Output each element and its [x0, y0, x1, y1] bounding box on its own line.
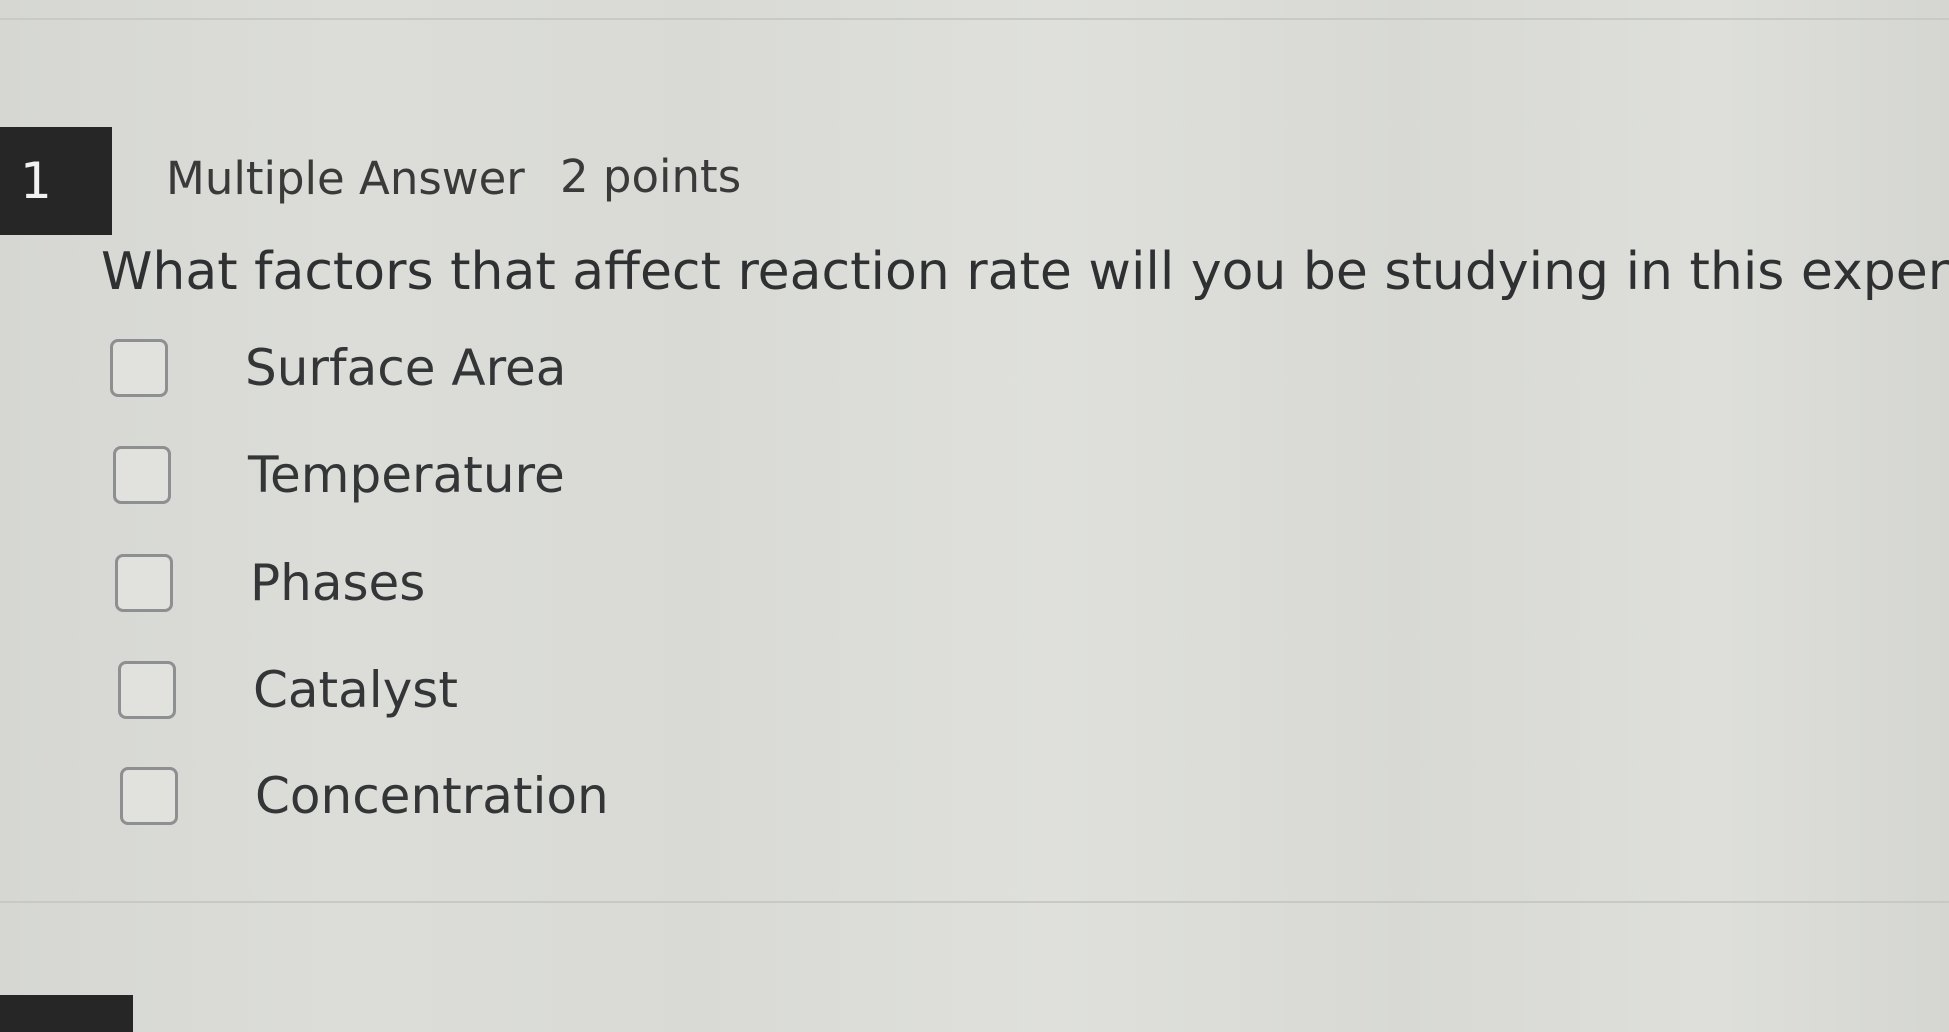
quiz-page: 1 Multiple Answer 2 points What factors …: [0, 0, 1949, 1032]
phases-label: Phases: [250, 554, 426, 612]
answer-options: Surface Area Temperature Phases Catalyst…: [0, 0, 1949, 1032]
answer-option-catalyst[interactable]: Catalyst: [118, 655, 458, 725]
concentration-checkbox[interactable]: [120, 767, 178, 825]
answer-option-concentration[interactable]: Concentration: [120, 761, 609, 831]
phases-checkbox[interactable]: [115, 554, 173, 612]
bottom-divider: [0, 901, 1949, 903]
catalyst-checkbox[interactable]: [118, 661, 176, 719]
concentration-label: Concentration: [255, 767, 609, 825]
answer-option-surface-area[interactable]: Surface Area: [110, 333, 566, 403]
catalyst-label: Catalyst: [253, 661, 458, 719]
answer-option-phases[interactable]: Phases: [115, 548, 425, 618]
answer-option-temperature[interactable]: Temperature: [113, 440, 565, 510]
temperature-checkbox[interactable]: [113, 446, 171, 504]
next-question-badge-fragment: [0, 995, 133, 1032]
surface-area-checkbox[interactable]: [110, 339, 168, 397]
surface-area-label: Surface Area: [245, 339, 567, 397]
temperature-label: Temperature: [248, 446, 565, 504]
